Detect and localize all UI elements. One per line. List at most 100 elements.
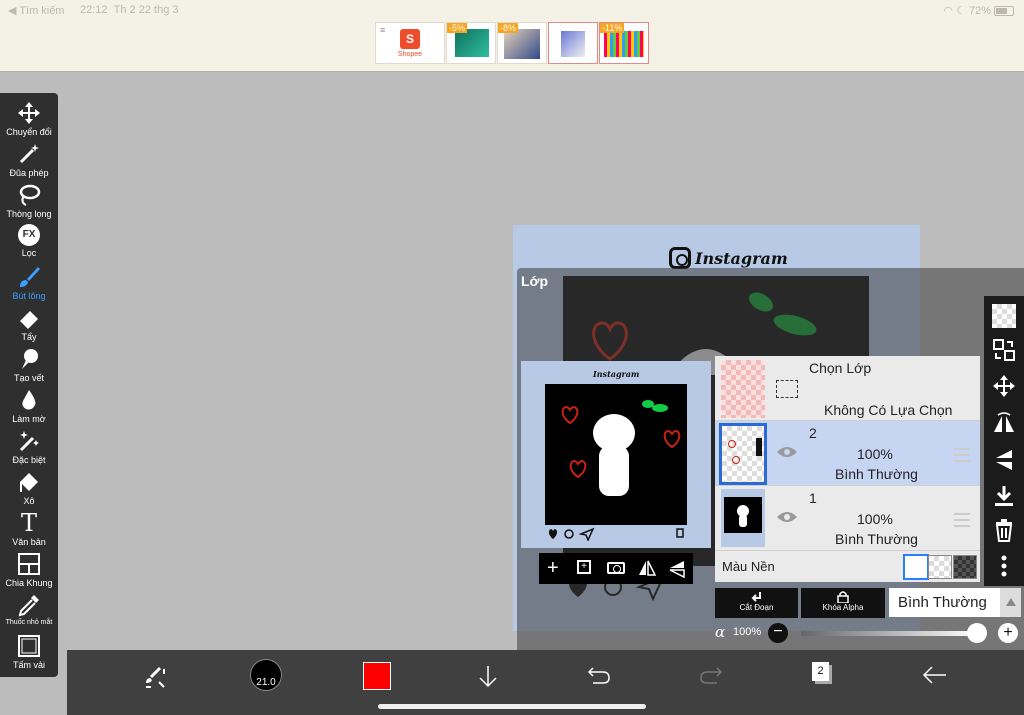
text-tool-icon: T [20, 509, 37, 537]
shopee-label: Shopee [397, 51, 423, 58]
color-swatch-button[interactable] [363, 662, 391, 690]
eyedropper-icon [18, 595, 39, 617]
layer-count: 2 [812, 662, 829, 681]
tool-transform[interactable]: Chuyển đổi [0, 101, 58, 137]
layers-button[interactable]: 2 [812, 662, 832, 684]
layer-tools-column [984, 296, 1024, 586]
tool-filter[interactable]: FX Lọc [0, 224, 58, 258]
blend-mode-select[interactable]: Bình Thường [889, 588, 1000, 617]
more-options-icon[interactable] [992, 554, 1016, 578]
tool-frame-divider[interactable]: Chia Khung [0, 552, 58, 588]
discount-badge: -11% [600, 23, 625, 33]
tool-bucket[interactable]: Xô [0, 470, 58, 506]
tool-eraser[interactable]: Tẩy [0, 306, 58, 342]
flip-vertical-button[interactable] [667, 559, 687, 579]
opacity-minus-button[interactable]: − [768, 623, 788, 643]
drag-handle-icon[interactable] [954, 513, 970, 527]
canvas-icon [18, 635, 40, 657]
tool-label: Tạo vết [13, 373, 44, 383]
flip-v-layer-icon[interactable] [992, 448, 1016, 472]
bg-transparent-swatch[interactable] [928, 555, 952, 579]
ad-shopee[interactable]: ≡ S Shopee [375, 22, 445, 64]
ad-product-4[interactable]: -11% [599, 22, 649, 64]
tool-text[interactable]: T Văn bản [0, 511, 58, 547]
undo-icon[interactable] [587, 664, 611, 686]
layer-row[interactable]: 2 100% Bình Thường [715, 421, 980, 486]
status-time: 22:12 Th 2 22 thg 3 [80, 4, 178, 16]
layer-row[interactable]: 1 100% Bình Thường [715, 486, 980, 551]
merge-down-icon[interactable] [992, 484, 1016, 508]
selection-marquee-icon [776, 380, 798, 398]
discount-badge: -5% [447, 23, 468, 33]
tool-lasso[interactable]: Thòng lọng [0, 183, 58, 219]
tool-eyedropper[interactable]: Thuốc nhỏ mắt [0, 593, 58, 626]
swap-layer-icon[interactable] [992, 338, 1016, 362]
fx-icon: FX [18, 224, 40, 246]
clipping-button[interactable]: Cắt Đoạn [715, 588, 798, 618]
alpha-lock-button[interactable]: Khóa Alpha [801, 588, 885, 618]
tool-sidebar: Chuyển đổi Đũa phép Thòng lọng FX Lọc Bú… [0, 93, 58, 677]
ad-product-3[interactable] [548, 22, 598, 64]
eye-icon[interactable] [775, 445, 799, 459]
opacity-plus-button[interactable]: + [998, 623, 1018, 643]
tool-label: Xô [23, 496, 35, 506]
layer-number: 1 [809, 490, 817, 506]
tool-smudge[interactable]: Tạo vết [0, 347, 58, 383]
menu-icon: ≡ [380, 25, 386, 35]
tool-label: Thòng lọng [6, 209, 52, 219]
battery-percent: 72% [968, 5, 991, 17]
preview-artwork [545, 384, 687, 525]
status-right: ◠ ☾ 72% [943, 4, 1014, 17]
selection-thumb [721, 360, 765, 418]
tool-label: Chuyển đổi [6, 127, 52, 137]
tool-label: Lọc [21, 248, 37, 258]
move-layer-icon[interactable] [992, 374, 1016, 398]
select-layer-row[interactable]: Chọn Lớp Không Có Lựa Chọn [715, 356, 980, 421]
opacity-slider-knob[interactable] [967, 623, 987, 643]
sparkle-wand-icon [19, 431, 39, 452]
drag-handle-icon[interactable] [954, 448, 970, 462]
trash-icon[interactable] [992, 518, 1016, 542]
clip-arrow-icon [751, 592, 761, 602]
smudge-icon [22, 349, 38, 369]
layer-preview: Instagram [521, 361, 711, 548]
tool-canvas[interactable]: Tấm vải [0, 634, 58, 670]
opacity-slider[interactable] [801, 631, 977, 636]
transparent-fill-icon[interactable] [992, 304, 1016, 328]
brush-transform-icon[interactable] [142, 665, 168, 691]
add-layer-button[interactable]: + [547, 556, 559, 580]
arrow-down-icon[interactable] [477, 664, 499, 688]
redo-icon[interactable] [699, 664, 723, 686]
battery-icon [994, 6, 1014, 17]
camera-icon[interactable] [607, 562, 625, 574]
status-back-link[interactable]: ◀ Tìm kiếm [8, 4, 65, 17]
back-arrow-icon[interactable] [922, 664, 948, 686]
duplicate-layer-button[interactable]: + [577, 560, 591, 574]
tool-blur[interactable]: Làm mờ [0, 388, 58, 424]
layer-thumb [719, 423, 767, 485]
bg-white-swatch[interactable] [903, 554, 929, 580]
tool-magic-wand[interactable]: Đũa phép [0, 142, 58, 178]
tool-brush[interactable]: Bút lông [0, 265, 58, 301]
layer-list: Chọn Lớp Không Có Lựa Chọn 2 100% Bình T… [715, 356, 980, 582]
layer-actions-bar: + + [539, 553, 693, 584]
clipping-label: Cắt Đoạn [739, 603, 774, 612]
ad-product-2[interactable]: -8% [497, 22, 547, 64]
tool-label: Thuốc nhỏ mắt [5, 619, 53, 626]
flip-h-layer-icon[interactable] [992, 412, 1016, 436]
home-indicator [378, 704, 646, 709]
bg-dark-swatch[interactable] [953, 555, 977, 579]
discount-badge: -8% [498, 23, 519, 33]
blend-mode-dropdown-arrow[interactable] [1000, 588, 1021, 617]
time-text: 22:12 [80, 4, 108, 16]
tool-label: Bút lông [12, 291, 46, 301]
flip-horizontal-button[interactable] [637, 559, 657, 577]
instagram-title: Instagram [695, 249, 788, 268]
ad-product-1[interactable]: -5% [446, 22, 496, 64]
brush-size-button[interactable]: 21.0 [250, 659, 282, 691]
bucket-icon [20, 473, 38, 492]
eye-icon[interactable] [775, 510, 799, 524]
tool-special[interactable]: Đặc biệt [0, 429, 58, 465]
preview-post-icons [548, 527, 684, 541]
alpha-value: 100% [733, 626, 762, 638]
